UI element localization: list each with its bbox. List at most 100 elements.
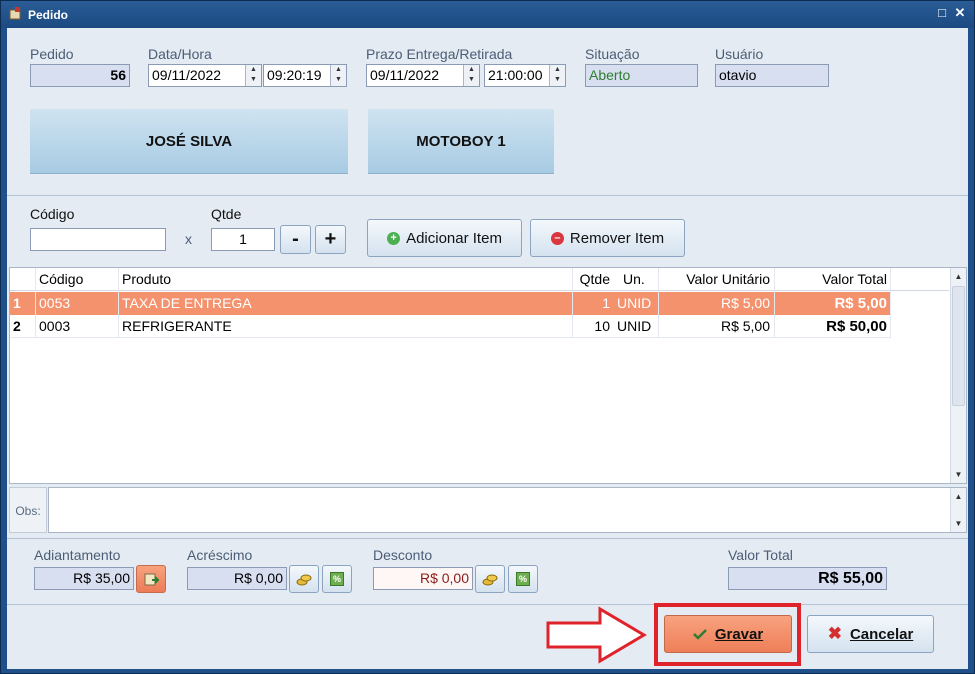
minus-button[interactable]: - [280, 225, 311, 254]
close-icon[interactable]: ✕ [953, 6, 967, 20]
situacao-label: Situação [585, 46, 640, 62]
row-valor-total: R$ 50,00 [826, 318, 887, 335]
times-sign: x [185, 231, 192, 247]
adiantamento-button[interactable] [136, 565, 166, 593]
data-hora-label: Data/Hora [148, 46, 212, 62]
col-un[interactable]: Un. [620, 268, 660, 291]
acrescimo-value-button[interactable] [289, 565, 319, 593]
row-number: 2 [13, 318, 21, 334]
desconto-input[interactable]: R$ 0,00 [373, 567, 473, 590]
app-icon [9, 7, 21, 20]
prazo-date-value: 09/11/2022 [370, 67, 440, 83]
add-circle-icon: + [387, 231, 401, 245]
acrescimo-label: Acréscimo [187, 547, 253, 563]
scroll-down-icon[interactable]: ▼ [951, 467, 966, 482]
col-codigo[interactable]: Código [36, 268, 118, 291]
obs-scroll-up-icon[interactable]: ▲ [951, 489, 966, 504]
remove-item-button[interactable]: – Remover Item [530, 219, 685, 257]
row-number: 1 [13, 295, 21, 311]
obs-textarea[interactable]: ▲ ▼ [48, 487, 967, 533]
pedido-label: Pedido [30, 46, 74, 62]
coins-icon [296, 574, 312, 586]
courier-button[interactable]: MOTOBOY 1 [368, 109, 554, 174]
adiantamento-label: Adiantamento [34, 547, 121, 563]
data-time-value: 09:20:19 [267, 67, 322, 83]
maximize-icon[interactable]: □ [935, 6, 949, 20]
data-time-field[interactable]: 09:20:19 ▲ ▼ [263, 64, 347, 87]
time-spinner[interactable]: ▲ ▼ [330, 65, 346, 86]
valor-total-value: R$ 55,00 [728, 567, 887, 590]
adiantamento-value: R$ 35,00 [34, 567, 134, 590]
cancelar-label: Cancelar [849, 625, 914, 643]
grid-divider [35, 268, 36, 338]
customer-button[interactable]: JOSÉ SILVA [30, 109, 348, 174]
acrescimo-value: R$ 0,00 [187, 567, 287, 590]
row-un: UNID [617, 318, 652, 334]
row-produto: REFRIGERANTE [122, 318, 232, 334]
qtde-input[interactable]: 1 [211, 228, 275, 251]
acrescimo-percent-button[interactable]: % [322, 565, 352, 593]
scroll-thumb[interactable] [952, 286, 965, 406]
divider [7, 538, 968, 539]
row-valor-unitario: R$ 5,00 [720, 318, 770, 334]
add-item-button[interactable]: + Adicionar Item [367, 219, 522, 257]
col-qtde[interactable]: Qtde [573, 268, 613, 291]
prazo-label: Prazo Entrega/Retirada [366, 46, 513, 62]
table-row[interactable]: 2 0003 REFRIGERANTE 10 UNID R$ 5,00 R$ 5… [10, 315, 890, 338]
grid-scrollbar[interactable]: ▲ ▼ [950, 268, 966, 483]
usuario-value: otavio [715, 64, 829, 87]
add-item-label: Adicionar Item [406, 229, 502, 247]
col-produto[interactable]: Produto [119, 268, 572, 291]
plus-button[interactable]: + [315, 225, 346, 254]
gravar-button[interactable]: Gravar [664, 615, 792, 653]
arrow-annotation-icon [546, 606, 647, 664]
obs-scroll-down-icon[interactable]: ▼ [951, 516, 966, 531]
percent-calculator-icon: % [516, 572, 530, 586]
grid-divider [572, 268, 573, 338]
data-date-field[interactable]: 09/11/2022 ▲ ▼ [148, 64, 262, 87]
desconto-percent-button[interactable]: % [508, 565, 538, 593]
grid-divider [118, 268, 119, 338]
pedido-window: Pedido □ ✕ Pedido 56 Data/Hora 09/11/202… [0, 0, 975, 674]
coins-icon [482, 574, 498, 586]
row-valor-total: R$ 5,00 [834, 295, 887, 312]
row-codigo: 0003 [39, 318, 71, 334]
date-spinner[interactable]: ▲ ▼ [245, 65, 261, 86]
client-area: Pedido 56 Data/Hora 09/11/2022 ▲ ▼ 09:20:… [7, 28, 968, 669]
payment-icon [144, 573, 159, 586]
title-bar: Pedido □ ✕ [1, 1, 974, 28]
prazo-time-field[interactable]: 21:00:00 ▲ ▼ [484, 64, 566, 87]
pedido-number: 56 [30, 64, 130, 87]
col-valor-unitario[interactable]: Valor Unitário [659, 268, 773, 291]
remove-item-label: Remover Item [569, 229, 665, 247]
grid-divider [658, 268, 659, 338]
prazo-time-spinner[interactable]: ▲ ▼ [549, 65, 565, 86]
desconto-value-button[interactable] [475, 565, 505, 593]
row-un: UNID [617, 295, 652, 311]
cancelar-button[interactable]: ✖ Cancelar [807, 615, 934, 653]
codigo-label: Código [30, 206, 75, 222]
gravar-label: Gravar [714, 625, 764, 643]
percent-calculator-icon: % [330, 572, 344, 586]
items-grid[interactable]: Código Produto Qtde Un. Valor Unitário V… [9, 267, 967, 484]
col-valor-total[interactable]: Valor Total [775, 268, 890, 291]
grid-header: Código Produto Qtde Un. Valor Unitário V… [10, 268, 949, 291]
row-codigo: 0053 [39, 295, 71, 311]
prazo-date-field[interactable]: 09/11/2022 ▲ ▼ [366, 64, 480, 87]
data-date-value: 09/11/2022 [152, 67, 222, 83]
table-row[interactable]: 1 0053 TAXA DE ENTREGA 1 UNID R$ 5,00 R$… [10, 292, 890, 315]
row-valor-unitario: R$ 5,00 [720, 295, 770, 311]
codigo-input[interactable] [30, 228, 166, 251]
grid-divider [774, 268, 775, 338]
usuario-label: Usuário [715, 46, 764, 62]
check-icon [692, 629, 707, 640]
obs-scrollbar[interactable]: ▲ ▼ [950, 488, 966, 532]
prazo-date-spinner[interactable]: ▲ ▼ [463, 65, 479, 86]
valor-total-label: Valor Total [728, 547, 793, 563]
divider [7, 604, 968, 605]
desconto-label: Desconto [373, 547, 433, 563]
divider [7, 195, 968, 196]
row-qtde: 1 [602, 295, 610, 311]
scroll-up-icon[interactable]: ▲ [951, 269, 966, 284]
grid-divider [890, 268, 891, 338]
